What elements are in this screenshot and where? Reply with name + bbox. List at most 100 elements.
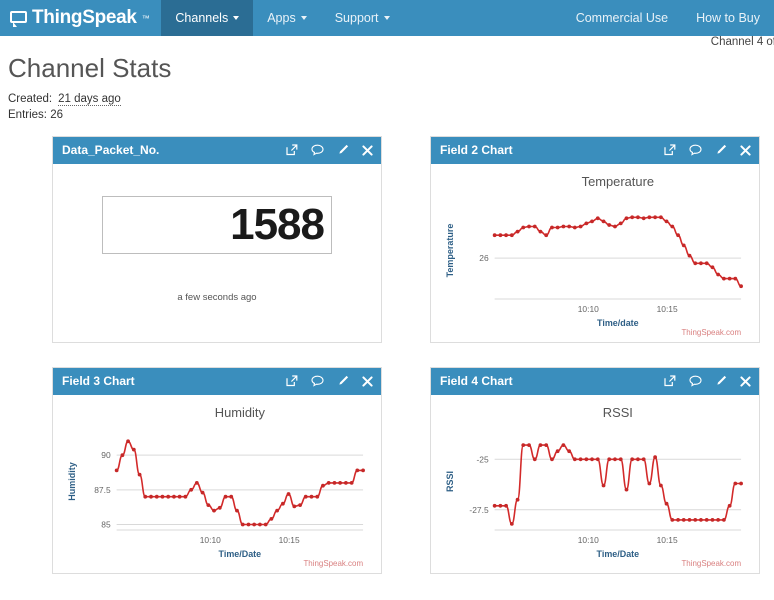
series-point	[641, 457, 646, 462]
series-point	[567, 224, 572, 229]
widget-actions	[664, 375, 751, 388]
series-point	[699, 517, 703, 522]
series-point	[315, 494, 320, 499]
chart-body[interactable]: Humidity 85 87.5 90 10:10 10:15 Time/Date Humid…	[53, 394, 381, 573]
thingspeak-watermark: ThingSpeak.com	[303, 559, 363, 568]
x-axis-title: Time/Date	[597, 549, 640, 559]
created-line: Created: 21 days ago	[8, 91, 774, 108]
series-point	[555, 449, 560, 454]
chart-body[interactable]: Temperature 26 10:10 10:15 Time/date Temperat…	[431, 163, 759, 342]
series-point	[624, 216, 629, 221]
brand-trademark: ™	[141, 13, 150, 23]
series-point	[590, 219, 594, 224]
edit-pencil-icon[interactable]	[715, 144, 727, 156]
series-point	[653, 455, 658, 460]
nav-item-channels[interactable]: Channels	[161, 0, 254, 36]
y-tick-label: 87.5	[94, 485, 111, 495]
created-value[interactable]: 21 days ago	[58, 92, 121, 106]
series-point	[504, 233, 508, 238]
series-point	[687, 253, 692, 258]
series-point	[641, 216, 646, 221]
edit-pencil-icon[interactable]	[337, 144, 349, 156]
close-icon[interactable]	[740, 376, 751, 387]
series-point	[704, 517, 709, 522]
comment-icon[interactable]	[311, 144, 324, 157]
series-point	[687, 517, 692, 522]
series-point	[572, 225, 577, 230]
speech-bubble-icon	[10, 11, 27, 27]
series-point	[532, 224, 537, 229]
widget-title: Field 3 Chart	[62, 374, 135, 389]
series-point	[120, 453, 125, 458]
series-point	[223, 494, 228, 499]
series-point	[275, 508, 280, 513]
entries-label: Entries:	[8, 109, 47, 122]
series-point	[298, 503, 302, 507]
series-point	[584, 221, 589, 226]
widget-header: Field 2 Chart	[431, 136, 759, 164]
series-point	[321, 483, 325, 488]
series-line	[116, 440, 364, 526]
series-point	[618, 221, 623, 226]
series-point	[607, 457, 612, 462]
nav-item-support[interactable]: Support	[321, 0, 404, 36]
series-point	[699, 261, 703, 266]
series-point	[624, 487, 629, 492]
chart-body[interactable]: RSSI -27.5 -25 10:10 10:15 Time/Date RSSI Thing…	[431, 394, 759, 573]
nav-item-commercial-use[interactable]: Commercial Use	[562, 0, 682, 36]
series-point	[280, 501, 285, 506]
series-point	[630, 215, 635, 220]
series-point	[590, 457, 594, 462]
x-axis-title: Time/Date	[219, 549, 262, 559]
series-point	[739, 284, 743, 289]
export-icon[interactable]	[664, 375, 676, 387]
series-point	[235, 508, 239, 513]
series-point	[515, 229, 520, 234]
export-icon[interactable]	[286, 375, 298, 387]
series-point	[647, 481, 652, 486]
series-point	[286, 492, 291, 496]
series-point	[509, 521, 514, 526]
series-point	[681, 517, 686, 522]
numeric-value-box: 1588	[102, 195, 332, 254]
comment-icon[interactable]	[689, 144, 702, 157]
nav-item-apps[interactable]: Apps	[253, 0, 321, 36]
secondary-nav: Commercial Use How to Buy	[562, 0, 774, 36]
series-point	[578, 224, 583, 229]
x-tick-label: 10:15	[657, 304, 678, 314]
edit-pencil-icon[interactable]	[715, 375, 727, 387]
close-icon[interactable]	[362, 376, 373, 387]
entries-line: Entries: 26	[8, 107, 774, 124]
series-point	[143, 494, 148, 499]
x-tick-label: 10:15	[657, 535, 678, 545]
widget-header: Field 3 Chart	[53, 367, 381, 395]
series-point	[538, 229, 543, 234]
widget-field-3-chart: Field 3 Chart Humidity 85 87.5 90 10:10 10:15…	[52, 366, 382, 574]
series-point	[114, 468, 119, 473]
series-point	[733, 481, 738, 486]
series-point	[532, 457, 537, 462]
brand-logo[interactable]: ThingSpeak ™	[0, 0, 161, 36]
export-icon[interactable]	[664, 144, 676, 156]
widget-actions	[664, 144, 751, 157]
edit-pencil-icon[interactable]	[337, 375, 349, 387]
series-point	[498, 233, 503, 238]
series-point	[693, 261, 698, 266]
close-icon[interactable]	[740, 145, 751, 156]
series-point	[206, 503, 211, 507]
close-icon[interactable]	[362, 145, 373, 156]
series-point	[137, 472, 142, 477]
series-point	[578, 457, 583, 462]
export-icon[interactable]	[286, 144, 298, 156]
numeric-display-body: 1588 a few seconds ago	[53, 163, 381, 342]
series-point	[710, 517, 715, 522]
series-point	[727, 503, 732, 508]
series-point	[601, 219, 606, 224]
nav-item-how-to-buy[interactable]: How to Buy	[682, 0, 774, 36]
humidity-chart: Humidity 85 87.5 90 10:10 10:15 Time/Date Humid…	[67, 405, 365, 568]
y-tick-label: -25	[476, 454, 488, 464]
comment-icon[interactable]	[311, 375, 324, 388]
nav-item-channels-label: Channels	[175, 11, 229, 25]
comment-icon[interactable]	[689, 375, 702, 388]
series-point	[555, 225, 560, 230]
